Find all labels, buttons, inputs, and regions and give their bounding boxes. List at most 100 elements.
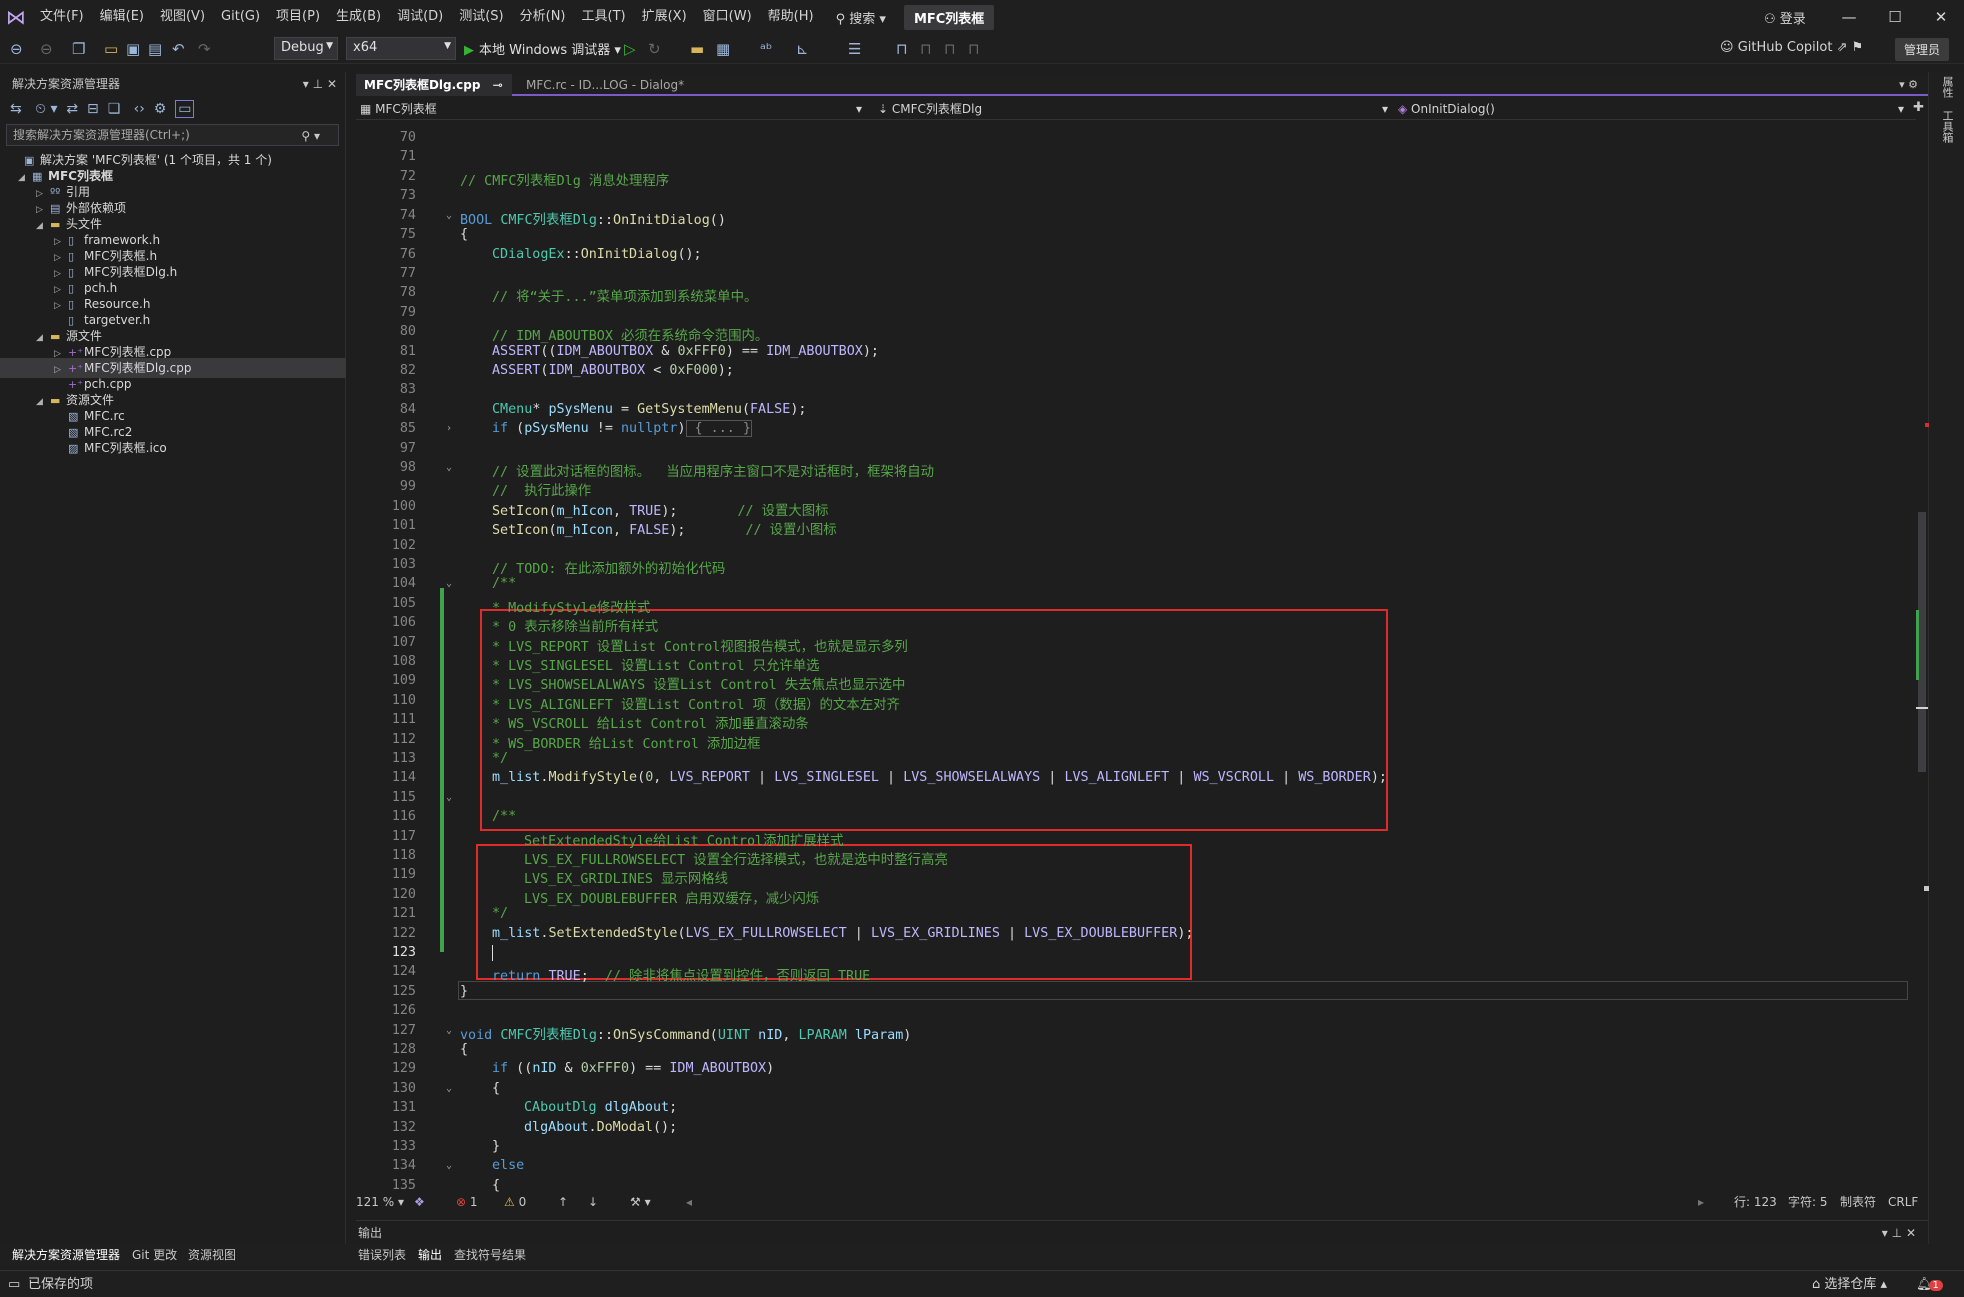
scroll-right-icon[interactable]: ▸ (1698, 1192, 1704, 1212)
vertical-scrollbar[interactable] (1916, 122, 1928, 1188)
select-repo-button[interactable]: ⌂ 选择仓库 ▴ (1812, 1271, 1887, 1297)
start-debugging-button[interactable]: ▶ 本地 Windows 调试器 ▾ (464, 39, 621, 58)
layout-icon[interactable]: ▦ (716, 40, 730, 58)
configuration-select[interactable]: Debug ▼ (274, 37, 338, 60)
search-button[interactable]: ⚲ 搜索 ▾ (828, 8, 894, 27)
close-window-button[interactable]: ✕ (1918, 8, 1964, 26)
dropdown-icon[interactable]: ▾ (1882, 1226, 1888, 1240)
bookmark-icon[interactable]: ⊓ (896, 40, 908, 58)
menu-view[interactable]: 视图(V) (152, 0, 213, 34)
class-nav-select[interactable]: ⇣ CMFC列表框Dlg ▾ (878, 100, 1394, 118)
tab-error-list[interactable]: 错误列表 (358, 1244, 406, 1266)
pin-icon[interactable]: ⊥ (313, 77, 323, 91)
tab-mfc-rc[interactable]: MFC.rc - ID...LOG - Dialog* (518, 74, 718, 96)
pin-icon[interactable]: ⊸ (493, 78, 503, 92)
undo-icon[interactable]: ↶ (172, 40, 185, 58)
minimize-button[interactable]: — (1826, 8, 1872, 26)
code-cleanup-icon[interactable]: ⚒ ▾ (630, 1192, 651, 1212)
attach-icon[interactable]: ↻ (648, 40, 661, 58)
save-icon[interactable]: ▣ (126, 40, 140, 58)
sync-icon[interactable]: ⇆ (10, 101, 22, 117)
close-icon[interactable]: ✕ (1906, 1226, 1916, 1240)
tab-resource-view[interactable]: 资源视图 (188, 1244, 236, 1266)
spellcheck-icon[interactable]: ᵃᵇ (760, 40, 772, 58)
save-all-icon[interactable]: ▤ (148, 40, 162, 58)
line-ending[interactable]: CRLF (1888, 1192, 1918, 1212)
fold-toggle-icon[interactable]: ⌄ (446, 1025, 452, 1036)
warning-count[interactable]: ⚠ 0 (504, 1192, 526, 1212)
indent-icon[interactable]: ☰ (848, 40, 861, 58)
menu-debug[interactable]: 调试(D) (389, 0, 451, 34)
menu-window[interactable]: 窗口(W) (695, 0, 760, 34)
next-issue-icon[interactable]: ↓ (588, 1192, 598, 1212)
error-count[interactable]: ⊗ 1 (456, 1192, 478, 1212)
menu-help[interactable]: 帮助(H) (760, 0, 822, 34)
menu-file[interactable]: 文件(F) (32, 0, 92, 34)
tab-git-changes[interactable]: Git 更改 (132, 1244, 177, 1266)
show-all-files-icon[interactable]: ❏ (108, 101, 121, 117)
indent-mode[interactable]: 制表符 (1840, 1192, 1876, 1212)
menu-edit[interactable]: 编辑(E) (92, 0, 152, 34)
tab-find-symbol-results[interactable]: 查找符号结果 (454, 1244, 526, 1266)
tree-file[interactable]: ▨ MFC列表框.ico (0, 438, 346, 458)
menu-analyze[interactable]: 分析(N) (512, 0, 574, 34)
fold-toggle-icon[interactable]: ⌄ (446, 462, 452, 473)
toolbox-tab[interactable]: 工具箱 (1939, 110, 1955, 143)
collapsed-block[interactable]: { ... } (685, 420, 752, 437)
solution-search-input[interactable]: 搜索解决方案资源管理器(Ctrl+;) ⚲ ▾ (6, 124, 339, 146)
tab-output[interactable]: 输出 (418, 1244, 442, 1266)
pending-changes-icon[interactable]: ⇄ (66, 101, 78, 117)
fold-toggle-icon[interactable]: ⌄ (446, 1160, 452, 1171)
preview-icon[interactable]: ▭ (175, 100, 195, 118)
dropdown-icon[interactable]: ▾ (303, 77, 309, 91)
split-icon[interactable]: ✚ (1913, 100, 1924, 115)
platform-select[interactable]: x64 ▼ (346, 37, 456, 60)
menu-extensions[interactable]: 扩展(X) (634, 0, 695, 34)
member-nav-select[interactable]: ◈ OnInitDialog() ▾ (1398, 100, 1910, 118)
breakpoint-icon[interactable]: ⊾ (796, 40, 809, 58)
folder-icon[interactable]: ▬ (690, 40, 704, 58)
new-project-icon[interactable]: ❐ (72, 40, 85, 58)
fold-toggle-icon[interactable]: ⌄ (446, 578, 452, 589)
scroll-left-icon[interactable]: ◂ (686, 1192, 692, 1212)
zoom-select[interactable]: 121 % ▾ (356, 1192, 404, 1212)
github-copilot-button[interactable]: ☺ GitHub Copilot ⇗ ⚑ (1720, 40, 1863, 55)
properties-tab[interactable]: 属性 (1939, 76, 1955, 98)
pin-icon[interactable]: ⊥ (1892, 1226, 1902, 1240)
scrollbar-thumb[interactable] (1918, 512, 1926, 772)
fold-toggle-icon[interactable]: ⌄ (446, 792, 452, 803)
history-icon[interactable]: ⏲ ▾ (35, 101, 57, 117)
menu-project[interactable]: 项目(P) (268, 0, 328, 34)
maximize-button[interactable]: ☐ (1872, 8, 1918, 26)
menu-git[interactable]: Git(G) (213, 0, 268, 34)
properties-icon[interactable]: ⚙ (154, 101, 167, 117)
back-icon[interactable]: ⊖ (10, 40, 23, 58)
bookmark-prev-icon[interactable]: ⊓ (920, 40, 932, 58)
line-indicator[interactable]: 行: 123 (1734, 1192, 1777, 1212)
collapse-all-icon[interactable]: ⊟ (87, 101, 99, 117)
redo-icon[interactable]: ↷ (198, 40, 211, 58)
intellicode-icon[interactable]: ❖ (414, 1192, 425, 1212)
fold-toggle-icon[interactable]: ⌄ (446, 1083, 452, 1094)
menu-tools[interactable]: 工具(T) (574, 0, 634, 34)
code-view-icon[interactable]: ‹› (134, 101, 145, 117)
forward-icon[interactable]: ⊖ (40, 40, 53, 58)
bookmark-next-icon[interactable]: ⊓ (944, 40, 956, 58)
prev-issue-icon[interactable]: ↑ (558, 1192, 568, 1212)
code-area[interactable]: 70 71 72 73 74 75 76 77 78 79 80 81 82 8… (356, 122, 1916, 1204)
open-folder-icon[interactable]: ▭ (104, 40, 118, 58)
project-nav-select[interactable]: ▦ MFC列表框 ▾ (360, 100, 868, 118)
menu-test[interactable]: 测试(S) (451, 0, 511, 34)
tab-solution-explorer[interactable]: 解决方案资源管理器 (12, 1244, 120, 1266)
bookmark-clear-icon[interactable]: ⊓ (968, 40, 980, 58)
run-without-debug-icon[interactable]: ▷ (624, 40, 636, 58)
visual-studio-logo-icon[interactable]: ⋈ (0, 0, 32, 34)
expand-toggle-icon[interactable]: › (446, 423, 452, 434)
login-button[interactable]: ⚇ 登录 (1764, 8, 1806, 27)
fold-toggle-icon[interactable]: ⌄ (446, 210, 452, 221)
tab-dlg-cpp[interactable]: MFC列表框Dlg.cpp ⊸ ✕ (356, 74, 512, 114)
notifications-button[interactable]: 🔔︎1 (1916, 1271, 1943, 1297)
column-indicator[interactable]: 字符: 5 (1788, 1192, 1828, 1212)
menu-build[interactable]: 生成(B) (328, 0, 389, 34)
close-icon[interactable]: ✕ (327, 77, 337, 91)
